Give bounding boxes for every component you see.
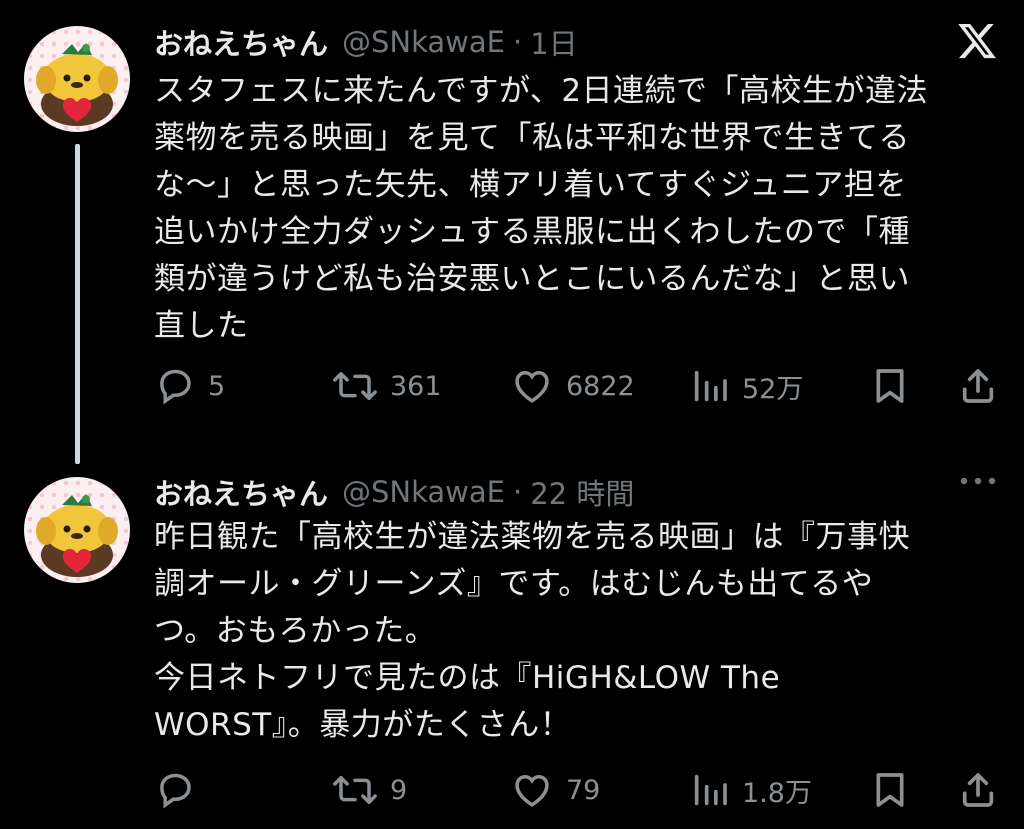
share-button[interactable] [958,767,998,813]
pompompurin-avatar-image [36,43,118,126]
views-bars-icon [694,774,727,806]
heart-icon [515,370,549,403]
views-button[interactable]: 1.8万 [690,767,812,813]
tweet[interactable]: おねえちゃん @SNkawaE · 1日 スタフェスに来たんですが、2日連続で「… [0,0,1024,464]
reply-bubble-icon [160,369,191,405]
tweet-text: 昨日観た「高校生が違法薬物を売る映画」は『万事快 調オール・グリーンズ』です。は… [154,519,910,743]
avatar[interactable] [24,477,130,583]
reply-bubble-icon [160,773,191,809]
heart-icon [515,774,549,807]
bookmark-icon [876,369,904,403]
views-button[interactable]: 52万 [690,363,803,409]
tweet[interactable]: おねえちゃん @SNkawaE · 22 時間 昨日観た「高校生が違法薬物を売る… [0,460,1024,829]
x-logo-icon[interactable] [956,20,998,62]
user-handle[interactable]: @SNkawaE [342,475,505,509]
separator-dot: · [513,475,523,509]
repost-arrows-icon [333,776,377,804]
view-count: 1.8万 [742,777,812,809]
like-button[interactable]: 79 [510,767,600,813]
avatar[interactable] [24,26,130,132]
like-count: 79 [566,774,601,806]
share-upload-icon [962,369,994,403]
repost-count: 9 [390,774,408,806]
more-dots-icon[interactable] [958,474,998,488]
bookmark-button[interactable] [870,363,910,409]
reply-button[interactable] [154,767,208,813]
share-button[interactable] [958,363,998,409]
views-bars-icon [694,370,727,402]
repost-arrows-icon [333,372,377,400]
display-name[interactable]: おねえちゃん [154,471,328,513]
pompompurin-avatar-image [36,494,118,577]
tweet-text: スタフェスに来たんですが、2日連続で「高校生が違法 薬物を売る映画」を見て「私は… [154,73,929,344]
thread-line [75,144,80,464]
repost-button[interactable]: 9 [332,767,407,813]
share-upload-icon [962,773,994,807]
repost-count: 361 [390,370,442,402]
user-handle[interactable]: @SNkawaE [342,25,505,59]
reply-button[interactable]: 5 [154,363,225,409]
bookmark-button[interactable] [870,767,910,813]
view-count: 52万 [742,373,804,405]
like-button[interactable]: 6822 [510,363,635,409]
tweet-header: おねえちゃん @SNkawaE · 22 時間 [154,472,634,512]
tweet-header: おねえちゃん @SNkawaE · 1日 [154,22,578,62]
action-bar: 5 361 6822 52万 [154,363,1000,409]
display-name[interactable]: おねえちゃん [154,21,328,63]
bookmark-icon [876,773,904,807]
timestamp[interactable]: 1日 [530,21,577,63]
separator-dot: · [513,25,523,59]
action-bar: 9 79 1.8万 [154,767,1000,813]
timestamp[interactable]: 22 時間 [530,471,634,513]
like-count: 6822 [566,370,635,402]
repost-button[interactable]: 361 [332,363,442,409]
reply-count: 5 [208,370,226,402]
